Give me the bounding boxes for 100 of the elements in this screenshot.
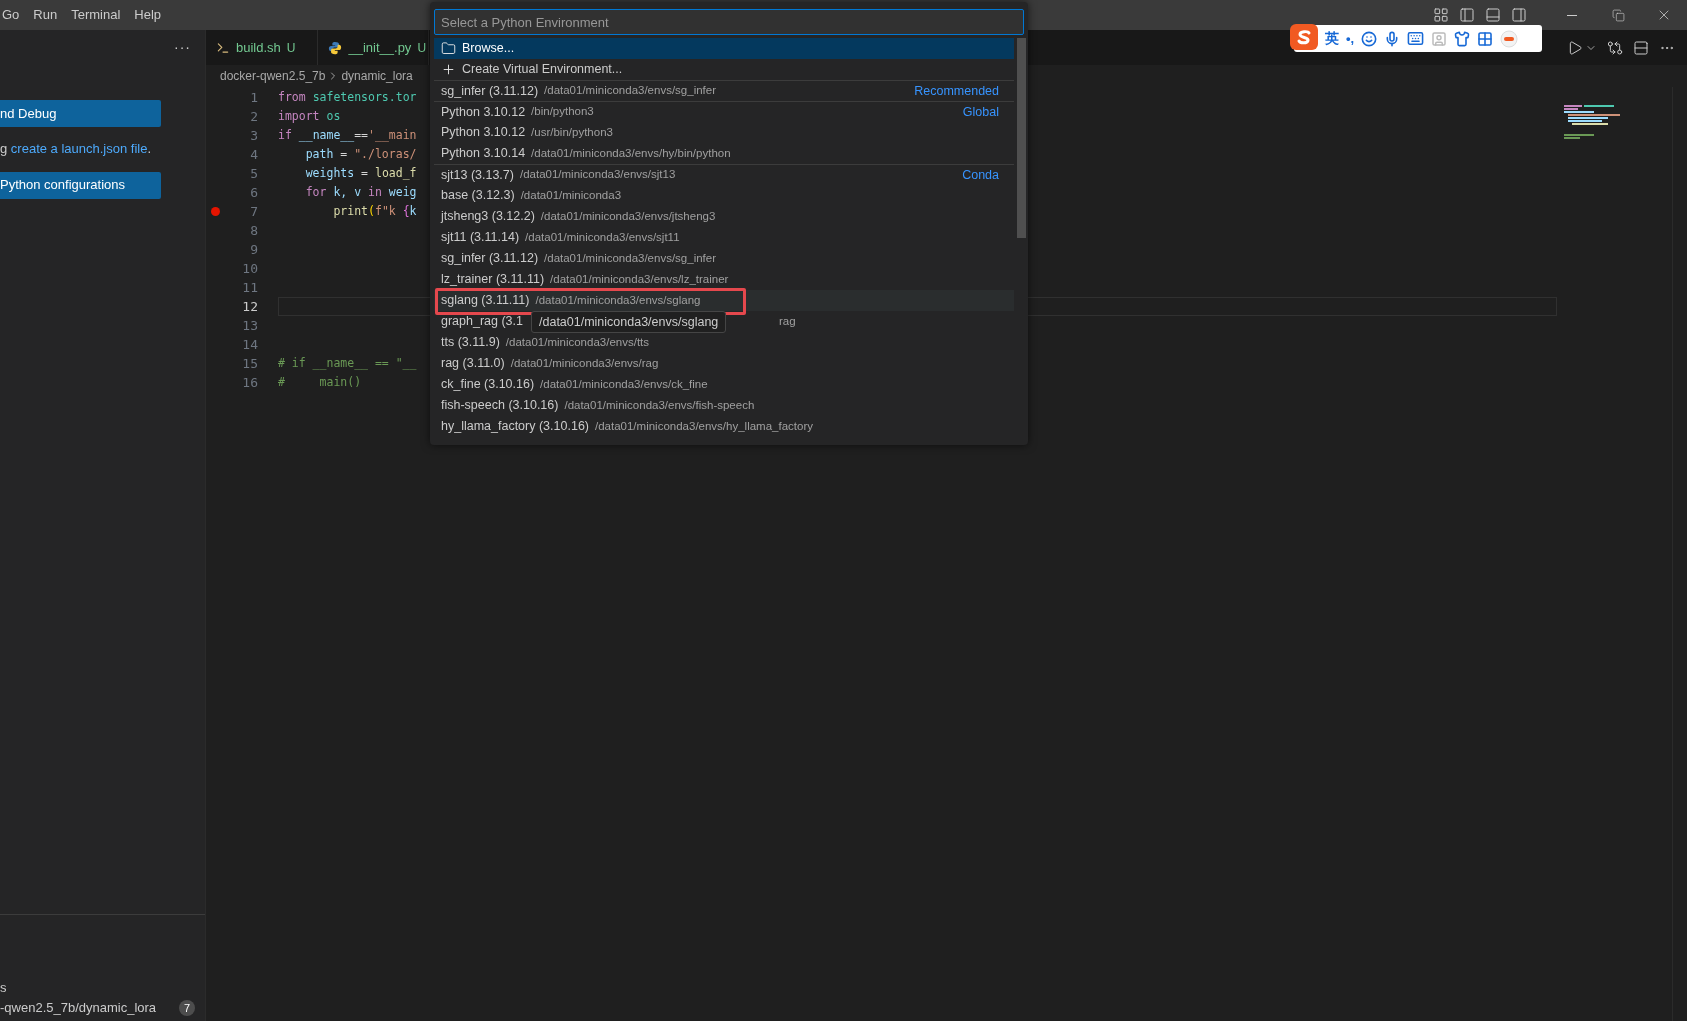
code-line: path = "./loras/ [304, 145, 417, 163]
layout-icon[interactable] [1433, 7, 1449, 23]
line-number: 14 [241, 335, 258, 354]
python-configurations-button[interactable]: Python configurations [0, 171, 161, 199]
tab-label: build.sh [236, 38, 281, 57]
environment-path: /data01/miniconda3/envs/sjt11 [525, 229, 680, 245]
line-number: 16 [241, 373, 258, 392]
environment-item[interactable]: sg_infer (3.11.12) /data01/miniconda3/envs/sg_infer Recommended [434, 80, 1014, 101]
line-number: 9 [249, 240, 258, 259]
environment-item[interactable]: jtsheng3 (3.12.2) /data01/miniconda3/envs/jtsheng3 [434, 206, 1014, 227]
environment-item[interactable]: Python 3.10.12 /bin/python3 Global [434, 101, 1014, 122]
environment-name: jtsheng3 (3.12.2) [441, 208, 535, 226]
environment-name: lz_trainer (3.11.11) [441, 271, 545, 289]
right-panel-icon[interactable] [1511, 7, 1527, 23]
line-number: 4 [249, 145, 258, 164]
run-icon[interactable] [1567, 39, 1583, 56]
environment-name: Create Virtual Environment... [462, 61, 623, 79]
environment-path: rag [779, 313, 796, 329]
line-number: 13 [241, 316, 258, 335]
environment-name: Python 3.10.12 [441, 103, 526, 121]
environment-item[interactable]: ck_fine (3.10.16) /data01/miniconda3/envs/ck_fine [434, 374, 1014, 395]
line-number: 8 [249, 221, 258, 240]
shirt-icon[interactable] [1454, 30, 1471, 47]
environment-name: Python 3.10.12 [441, 124, 526, 142]
environment-path: /data01/miniconda3/envs/hy_llama_factory [595, 418, 813, 434]
split-editor-icon[interactable] [1633, 39, 1649, 56]
menu-item[interactable]: Go [0, 2, 26, 28]
line-number: 6 [249, 183, 258, 202]
left-panel-icon[interactable] [1459, 7, 1475, 23]
environment-name[interactable]: graph_rag (3.1 [441, 312, 523, 331]
environment-item[interactable]: tts (3.11.9) /data01/miniconda3/envs/tts [434, 332, 1014, 353]
folder-icon [441, 41, 456, 56]
tab-status: U [417, 39, 427, 57]
environment-path: /data01/miniconda3/envs/lz_trainer [550, 271, 729, 287]
environment-item[interactable]: sjt11 (3.11.14) /data01/miniconda3/envs/sjt11 [434, 227, 1014, 248]
environment-item[interactable]: Create Virtual Environment... [434, 59, 1014, 80]
environment-item[interactable]: Python 3.10.14 /data01/miniconda3/envs/hy/bin/python [434, 143, 1014, 164]
environment-item[interactable]: Browse... [434, 38, 1014, 59]
code-line: import os [278, 107, 341, 125]
environment-name: sjt11 (3.11.14) [441, 229, 520, 247]
line-number: 11 [241, 278, 258, 297]
menu-item[interactable]: Help [128, 2, 168, 28]
language-indicator[interactable]: 英 [1325, 28, 1339, 49]
folder-path: -qwen2.5_7b/dynamic_lora [0, 999, 157, 1018]
environment-item[interactable]: base (3.12.3) /data01/miniconda3 [434, 185, 1014, 206]
tab-status: U [286, 39, 296, 57]
line-number: 1 [249, 88, 258, 107]
section-label: s [0, 979, 8, 997]
code-line: # if __name__ == "__ [278, 354, 417, 372]
code-line: # main() [278, 373, 362, 391]
bottom-panel-icon[interactable] [1485, 7, 1501, 23]
environment-path: /data01/miniconda3/envs/sglang [535, 292, 701, 308]
count-badge: 7 [179, 1000, 195, 1016]
environment-path: /data01/miniconda3/envs/fish-speech [564, 397, 755, 413]
keyboard-icon[interactable] [1407, 30, 1425, 47]
group-tag: Global [962, 102, 999, 122]
environment-item[interactable]: lz_trainer (3.11.11) /data01/miniconda3/envs/lz_trainer [434, 269, 1014, 290]
environment-name: base (3.12.3) [441, 187, 515, 205]
code-line: if __name__=='__main [278, 126, 417, 144]
environment-path: /data01/miniconda3/envs/jtsheng3 [540, 208, 716, 224]
environment-path: /data01/miniconda3 [520, 187, 622, 203]
environment-path: /data01/miniconda3/envs/ck_fine [540, 376, 708, 392]
environment-name: hy_llama_factory (3.10.16) [441, 418, 589, 436]
run-debug-button[interactable]: nd Debug [0, 100, 161, 127]
menu-item[interactable]: Run [27, 2, 64, 28]
environment-path: /data01/miniconda3/envs/sjt13 [519, 167, 676, 183]
environment-name: sjt13 (3.13.7) [441, 166, 514, 184]
line-number: 15 [241, 354, 258, 373]
environment-item[interactable]: Python 3.10.12 /usr/bin/python3 [434, 122, 1014, 143]
breadcrumb-item[interactable]: docker-qwen2.5_7b [220, 67, 326, 85]
environment-name: rag (3.11.0) [441, 355, 505, 373]
punctuation-indicator[interactable]: •, [1346, 28, 1355, 49]
path-tooltip: /data01/miniconda3/envs/sglang [531, 311, 727, 333]
environment-name: ck_fine (3.10.16) [441, 376, 535, 394]
environment-item[interactable]: fish-speech (3.10.16) /data01/miniconda3/envs/fish-speech [434, 395, 1014, 416]
environment-item[interactable]: sglang (3.11.11) /data01/miniconda3/envs/sglang [434, 290, 1014, 311]
compare-icon[interactable] [1607, 39, 1623, 56]
line-number: 10 [241, 259, 258, 278]
environment-item[interactable]: rag (3.11.0) /data01/miniconda3/envs/rag [434, 353, 1014, 374]
grid-icon[interactable] [1477, 30, 1494, 47]
smiley-icon[interactable] [1361, 30, 1378, 47]
scrollbar-thumb[interactable] [1017, 38, 1026, 238]
environment-path: /data01/miniconda3/envs/sg_infer [544, 83, 717, 99]
environment-name: sg_infer (3.11.12) [441, 250, 539, 268]
environment-item[interactable]: hy_llama_factory (3.10.16) /data01/miniconda3/envs/hy_llama_factory [434, 416, 1014, 437]
line-number: 5 [249, 164, 258, 183]
environment-name: tts (3.11.9) [441, 334, 500, 352]
breadcrumb-item[interactable]: dynamic_lora [341, 67, 413, 85]
environment-path: /usr/bin/python3 [531, 124, 613, 140]
environment-item[interactable]: sg_infer (3.11.12) /data01/miniconda3/envs/sg_infer [434, 248, 1014, 269]
environment-item[interactable]: sjt13 (3.13.7) /data01/miniconda3/envs/sjt13 Conda [434, 164, 1014, 185]
tab-label: __init__.py [348, 38, 412, 57]
environment-path: /data01/miniconda3/envs/tts [505, 334, 650, 350]
environment-search-field[interactable]: Select a Python Environment [434, 9, 1024, 35]
menu-item[interactable]: Terminal [65, 2, 127, 28]
line-number: 7 [249, 202, 258, 221]
environment-path: /bin/python3 [531, 104, 594, 120]
line-number: 12 [241, 297, 258, 316]
more-actions[interactable]: ··· [174, 37, 191, 58]
code-line: from safetensors.tor [278, 88, 417, 106]
